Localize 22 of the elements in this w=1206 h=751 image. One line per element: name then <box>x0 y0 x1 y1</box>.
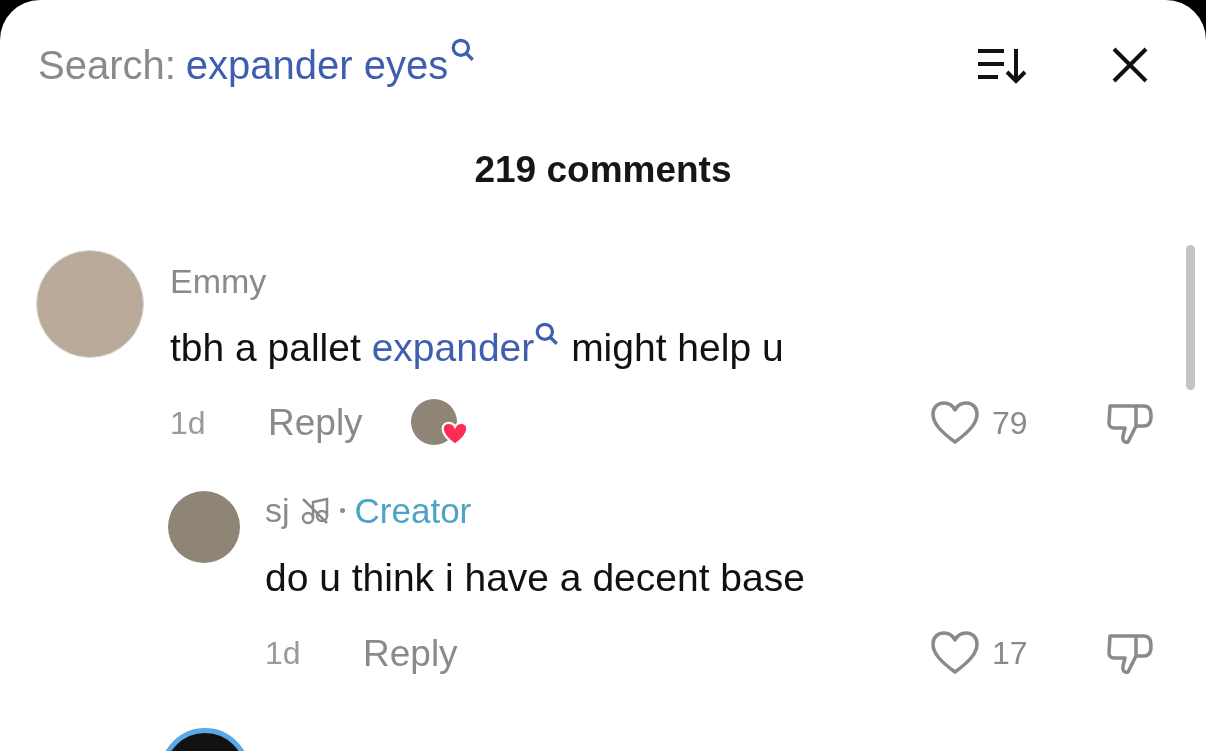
search-link[interactable]: expander eyes <box>185 35 449 95</box>
comment-text: might help u <box>570 324 784 371</box>
comment-text: tbh a pallet <box>170 324 362 371</box>
comment-text: do u think i have a decent base <box>265 555 805 601</box>
close-icon[interactable] <box>1110 45 1150 85</box>
reply-button[interactable]: Reply <box>268 395 363 451</box>
reply-button[interactable]: Reply <box>363 625 458 681</box>
heart-icon[interactable] <box>930 631 980 676</box>
username[interactable]: Emmy <box>170 255 267 307</box>
creator-label: Creator <box>354 489 472 532</box>
search-link[interactable]: expander <box>371 318 535 377</box>
search-icon <box>534 320 561 347</box>
comment-age: 1d <box>170 403 207 443</box>
like-count: 17 <box>992 634 1028 674</box>
username[interactable]: sj <box>265 485 290 537</box>
search-icon <box>450 37 477 63</box>
comment-age: 1d <box>265 634 302 674</box>
heart-icon[interactable] <box>930 400 980 445</box>
comment-count: 219 comments <box>474 148 732 192</box>
music-note-icon <box>299 495 330 526</box>
like-count: 79 <box>992 403 1028 443</box>
search-label: Search: <box>38 42 176 89</box>
